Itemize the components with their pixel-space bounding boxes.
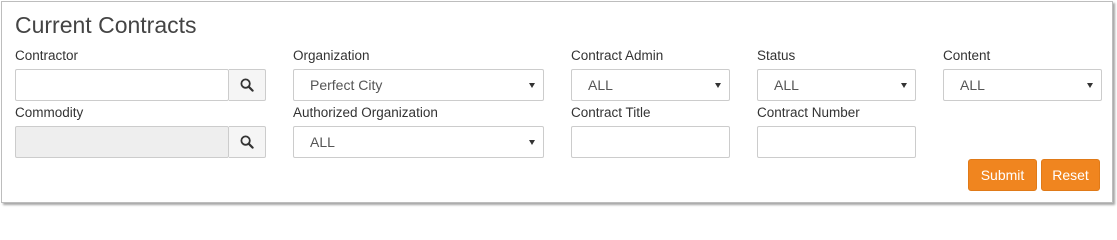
contract-admin-select[interactable]: ALL — [571, 69, 730, 101]
authorized-organization-selected-value: ALL — [310, 134, 335, 150]
contract-title-label: Contract Title — [571, 105, 651, 120]
content-label: Content — [943, 48, 991, 63]
authorized-organization-label: Authorized Organization — [293, 105, 438, 120]
organization-select[interactable]: Perfect City — [293, 69, 544, 101]
status-label: Status — [757, 48, 796, 63]
chevron-down-icon — [715, 82, 721, 88]
page-title: Current Contracts — [15, 12, 197, 38]
contract-number-input[interactable] — [757, 126, 916, 158]
status-selected-value: ALL — [774, 77, 799, 93]
content-selected-value: ALL — [960, 77, 985, 93]
authorized-organization-select[interactable]: ALL — [293, 126, 544, 158]
contract-admin-label: Contract Admin — [571, 48, 664, 63]
search-icon — [240, 135, 254, 149]
status-select[interactable]: ALL — [757, 69, 916, 101]
chevron-down-icon — [529, 139, 535, 145]
current-contracts-panel: Current Contracts Contractor Organizatio… — [1, 1, 1113, 203]
organization-label: Organization — [293, 48, 370, 63]
contractor-label: Contractor — [15, 48, 79, 63]
content-select[interactable]: ALL — [943, 69, 1102, 101]
contractor-input[interactable] — [15, 69, 229, 101]
contractor-search-button[interactable] — [229, 69, 266, 101]
organization-selected-value: Perfect City — [310, 77, 383, 93]
contract-title-input[interactable] — [571, 126, 730, 158]
commodity-search-button[interactable] — [229, 126, 266, 158]
commodity-label: Commodity — [15, 105, 84, 120]
chevron-down-icon — [529, 82, 535, 88]
reset-button[interactable]: Reset — [1041, 159, 1100, 191]
contract-admin-selected-value: ALL — [588, 77, 613, 93]
chevron-down-icon — [1087, 82, 1093, 88]
commodity-input[interactable] — [15, 126, 229, 158]
submit-button[interactable]: Submit — [968, 159, 1037, 191]
chevron-down-icon — [901, 82, 907, 88]
search-icon — [240, 78, 254, 92]
contract-number-label: Contract Number — [757, 105, 860, 120]
